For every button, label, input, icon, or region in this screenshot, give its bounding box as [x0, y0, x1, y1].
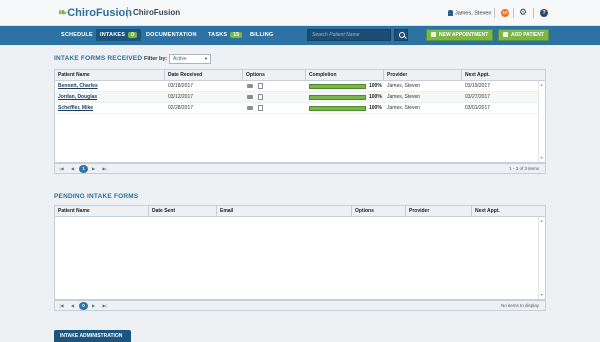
- first-page-button[interactable]: |◀: [58, 166, 65, 172]
- received-pager: |◀ ◀ 1 ▶ ▶| 1 - 3 of 3 items: [54, 163, 546, 174]
- provider: James, Steven: [387, 105, 421, 111]
- scroll-up-arrow[interactable]: ▲: [540, 83, 543, 87]
- nav-tasks[interactable]: TASKS 15: [208, 32, 243, 38]
- table-row: Bennett, Charles 03/18/2017 100% James, …: [55, 81, 539, 92]
- completion-bar: [309, 84, 366, 89]
- scroll-up-arrow[interactable]: ▲: [540, 219, 543, 223]
- col-completion[interactable]: Completion: [306, 70, 384, 81]
- vertical-scrollbar[interactable]: ▲ ▼: [538, 81, 545, 162]
- date-received: 02/28/2017: [168, 105, 194, 111]
- leaf-icon: ❧: [58, 7, 68, 19]
- intakes-count-badge: 0: [128, 32, 138, 38]
- provider: James, Steven: [387, 83, 421, 89]
- col-provider[interactable]: Provider: [406, 206, 472, 217]
- folder-icon[interactable]: [247, 95, 253, 99]
- document-icon[interactable]: [258, 94, 263, 100]
- user-icon: [448, 10, 453, 16]
- patient-link[interactable]: Scheffler, Mike: [55, 103, 93, 114]
- tasks-count-badge: 15: [230, 32, 243, 38]
- filter-select[interactable]: Active: [169, 54, 211, 64]
- help-icon[interactable]: ?: [540, 9, 548, 17]
- col-date-sent[interactable]: Date Sent: [149, 206, 217, 217]
- filter-label: Filter by:: [144, 56, 168, 62]
- patient-link[interactable]: Bennett, Charles: [55, 81, 98, 92]
- clinic-name: ChiroFusion: [133, 8, 181, 17]
- col-provider[interactable]: Provider: [384, 70, 462, 81]
- current-page[interactable]: 1: [79, 165, 88, 173]
- folder-icon[interactable]: [247, 84, 253, 88]
- col-next-appt[interactable]: Next Appt.: [462, 70, 545, 81]
- col-options: Options: [352, 206, 406, 217]
- nav-documentation[interactable]: DOCUMENTATION: [146, 32, 197, 38]
- add-patient-button[interactable]: ADD PATIENT: [498, 29, 549, 41]
- notification-badge[interactable]: 10: [501, 9, 509, 17]
- completion-percent: 100%: [369, 105, 382, 111]
- next-appt: 03/19/2017: [465, 83, 491, 89]
- last-page-button[interactable]: ▶|: [101, 303, 108, 309]
- add-user-icon: [503, 32, 508, 38]
- col-patient-name[interactable]: Patient Name: [55, 70, 165, 81]
- completion-percent: 100%: [369, 83, 382, 89]
- col-date-received[interactable]: Date Received: [165, 70, 243, 81]
- received-section-title: INTAKE FORMS RECEIVED: [54, 55, 143, 62]
- nav-billing[interactable]: BILLING: [250, 32, 273, 38]
- document-icon[interactable]: [258, 83, 263, 89]
- user-name: James, Steven: [455, 10, 492, 17]
- next-page-button[interactable]: ▶: [90, 166, 97, 172]
- scroll-down-arrow[interactable]: ▼: [540, 293, 543, 297]
- date-received: 03/18/2017: [168, 83, 194, 89]
- header-divider: [533, 8, 534, 18]
- pager-info: 1 - 3 of 3 items: [509, 166, 539, 171]
- pending-section-title: PENDING INTAKE FORMS: [54, 193, 139, 200]
- next-appt: 03/01/2017: [465, 105, 491, 111]
- received-table-header: Patient Name Date Received Options Compl…: [55, 70, 545, 81]
- table-row: Jordan, Douglas 03/12/2017 100% James, S…: [55, 92, 539, 103]
- completion-bar: [309, 106, 366, 111]
- document-icon[interactable]: [258, 105, 263, 111]
- patient-link[interactable]: Jordan, Douglas: [55, 92, 97, 103]
- provider: James, Steven: [387, 94, 421, 100]
- pager-info: No items to display: [500, 303, 539, 308]
- intake-administration-button[interactable]: INTAKE ADMINISTRATION: [54, 330, 131, 342]
- search-input[interactable]: Search Patient Name: [307, 29, 391, 41]
- calendar-plus-icon: [431, 32, 436, 38]
- first-page-button[interactable]: |◀: [58, 303, 65, 309]
- prev-page-button[interactable]: ◀: [69, 303, 76, 309]
- user-menu[interactable]: James, Steven: [448, 10, 491, 16]
- pending-pager: |◀ ◀ 0 ▶ ▶| No items to display: [54, 300, 546, 311]
- completion-percent: 100%: [369, 94, 382, 100]
- col-options: Options: [243, 70, 306, 81]
- nav-schedule[interactable]: SCHEDULE: [61, 32, 93, 38]
- search-icon[interactable]: [394, 29, 408, 41]
- folder-icon[interactable]: [247, 106, 253, 110]
- col-email[interactable]: Email: [217, 206, 352, 217]
- col-next-appt[interactable]: Next Appt.: [472, 206, 545, 217]
- app-logo[interactable]: ❧ChiroFusion: [58, 6, 132, 19]
- pending-table: Patient Name Date Sent Email Options Pro…: [54, 205, 546, 300]
- header-divider: [513, 8, 514, 18]
- col-patient-name[interactable]: Patient Name: [55, 206, 149, 217]
- date-received: 03/12/2017: [168, 94, 194, 100]
- logo-divider: [127, 7, 128, 18]
- current-page[interactable]: 0: [79, 302, 88, 310]
- gear-icon[interactable]: ⚙: [519, 8, 527, 17]
- next-appt: 03/27/2017: [465, 94, 491, 100]
- scroll-down-arrow[interactable]: ▼: [540, 156, 543, 160]
- vertical-scrollbar[interactable]: ▲ ▼: [538, 217, 545, 299]
- pending-table-header: Patient Name Date Sent Email Options Pro…: [55, 206, 545, 217]
- nav-intakes[interactable]: INTAKES 0: [96, 29, 142, 41]
- prev-page-button[interactable]: ◀: [69, 166, 76, 172]
- next-page-button[interactable]: ▶: [90, 303, 97, 309]
- completion-bar: [309, 95, 366, 100]
- new-appointment-button[interactable]: NEW APPOINTMENT: [426, 29, 493, 41]
- table-row: Scheffler, Mike 02/28/2017 100% James, S…: [55, 103, 539, 114]
- received-table: Patient Name Date Received Options Compl…: [54, 69, 546, 163]
- last-page-button[interactable]: ▶|: [101, 166, 108, 172]
- header-divider: [494, 8, 495, 18]
- top-bar: ❧ChiroFusion ChiroFusion James, Steven 1…: [0, 0, 600, 26]
